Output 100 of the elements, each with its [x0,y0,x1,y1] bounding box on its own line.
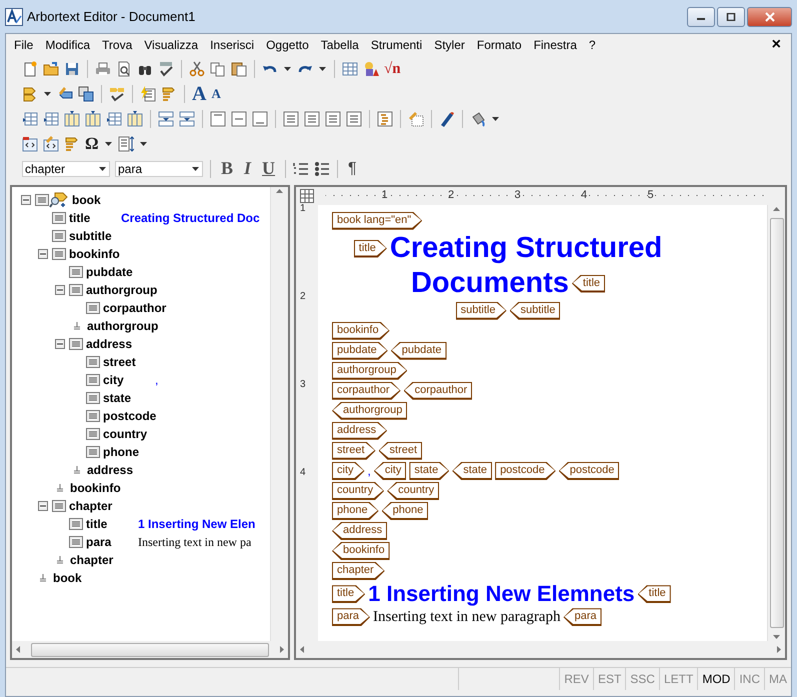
row-split-icon[interactable] [179,110,195,126]
end-tag[interactable]: corpauthor [404,382,472,400]
text-align-icon[interactable] [346,110,362,126]
tree-item[interactable]: chapter [67,553,122,567]
start-tag[interactable]: state [409,462,450,480]
tree-item[interactable]: phone [100,445,155,459]
end-tag[interactable]: city [374,462,406,480]
table-insert-icon[interactable] [64,110,80,126]
paint-bucket-icon[interactable] [470,110,486,126]
end-tag[interactable]: title [638,585,671,604]
collapse-icon[interactable] [55,285,65,295]
overlapping-squares-icon[interactable] [78,86,94,102]
end-tag[interactable]: pubdate [390,342,447,360]
pencil-icon[interactable] [439,110,455,126]
start-tag[interactable]: bookinfo [332,322,390,340]
start-tag[interactable]: pubdate [332,342,388,360]
format-button[interactable]: I [241,158,254,179]
table-insert-icon[interactable] [127,110,143,126]
spell-check-icon[interactable] [158,60,174,76]
bulleted-list-icon[interactable] [314,160,330,176]
start-tag[interactable]: subtitle [456,302,506,320]
tree-item[interactable]: para [83,535,138,549]
text-align-icon[interactable] [283,110,299,126]
close-document-button[interactable]: × [772,36,787,54]
text-align-icon[interactable] [325,110,341,126]
square-root-button[interactable]: √n [384,60,401,76]
tag-list-icon[interactable] [161,86,177,102]
table-insert-icon[interactable] [85,110,101,126]
tree-item[interactable]: chapter [66,499,121,513]
pencil-grid-icon[interactable] [408,110,424,126]
start-tag[interactable]: city [332,462,364,480]
menu-item[interactable]: Modifica [41,38,98,52]
text-align-icon[interactable] [304,110,320,126]
scrollbar-thumb[interactable] [770,218,784,628]
horizontal-scrollbar[interactable] [296,641,785,658]
shapes-icon[interactable] [363,60,379,76]
printer-icon[interactable] [95,60,111,76]
tree-item[interactable]: street [100,355,155,369]
tree-item[interactable]: authorgroup [83,283,158,297]
menu-item[interactable]: Inserisci [206,38,262,52]
tree-item[interactable]: book [69,193,124,207]
tree-item[interactable]: address [84,463,139,477]
tree-item[interactable]: bookinfo [67,481,122,495]
scissors-icon[interactable] [189,60,205,76]
start-tag[interactable]: country [332,482,384,500]
line-spacing-icon[interactable] [118,136,134,152]
end-tag[interactable]: title [572,274,606,292]
vertical-scrollbar[interactable] [270,187,288,641]
start-tag[interactable]: phone [332,502,379,520]
menu-item[interactable]: Finestra [530,38,585,52]
menu-item[interactable]: Formato [472,38,530,52]
end-tag[interactable]: state [452,462,492,480]
menu-item[interactable]: Visualizza [140,38,206,52]
tree-item[interactable]: title [83,517,138,531]
symbol-button[interactable]: Ω [85,136,99,152]
menu-item[interactable]: Tabella [316,38,367,52]
menu-item[interactable]: File [10,38,42,52]
grow-font-button[interactable]: A [192,86,206,102]
tree-item[interactable]: pubdate [83,265,138,279]
tag-icon[interactable] [22,86,38,102]
tree-item[interactable]: corpauthor [100,301,166,315]
cell-align-icon[interactable] [252,110,268,126]
outline-icon[interactable] [377,110,393,126]
start-tag[interactable]: para [332,608,370,626]
start-tag[interactable]: authorgroup [332,362,408,380]
copy-icon[interactable] [210,60,226,76]
start-tag[interactable]: book lang="en" [332,212,422,230]
close-button[interactable] [747,6,792,26]
show-marks-button[interactable]: ¶ [345,160,360,178]
start-tag[interactable]: postcode [495,462,556,480]
scrollbar-thumb[interactable] [31,642,269,656]
folder-icon[interactable] [43,60,59,76]
paste-icon[interactable] [231,60,247,76]
scroll-up-icon[interactable] [275,187,284,196]
end-tag[interactable]: phone [382,502,428,520]
tree-item[interactable]: postcode [100,409,156,423]
start-tag[interactable]: corpauthor [332,382,401,400]
tree-item[interactable]: book [50,571,105,585]
collapse-icon[interactable] [55,339,65,349]
menu-item[interactable]: Styler [430,38,473,52]
table-insert-icon[interactable] [22,110,38,126]
end-tag[interactable]: street [378,442,422,460]
menu-item[interactable]: Trova [98,38,140,52]
element-dropdown[interactable]: chapter [22,160,110,176]
minimize-button[interactable] [687,6,715,26]
page-magnifier-icon[interactable] [116,60,132,76]
save-icon[interactable] [64,60,80,76]
menu-item[interactable]: Oggetto [262,38,317,52]
tree-item[interactable]: authorgroup [84,319,158,333]
start-tag[interactable]: address [332,422,388,440]
end-tag[interactable]: bookinfo [332,542,390,560]
scroll-left-icon[interactable] [14,645,23,654]
pencil-code-icon[interactable] [43,136,59,152]
scroll-right-icon[interactable] [774,645,783,654]
table-insert-icon[interactable] [43,110,59,126]
table-icon[interactable] [342,60,358,76]
start-tag[interactable]: street [332,442,376,460]
collapse-icon[interactable] [38,249,48,259]
start-tag[interactable]: title [332,585,366,604]
format-button[interactable]: U [259,158,278,179]
